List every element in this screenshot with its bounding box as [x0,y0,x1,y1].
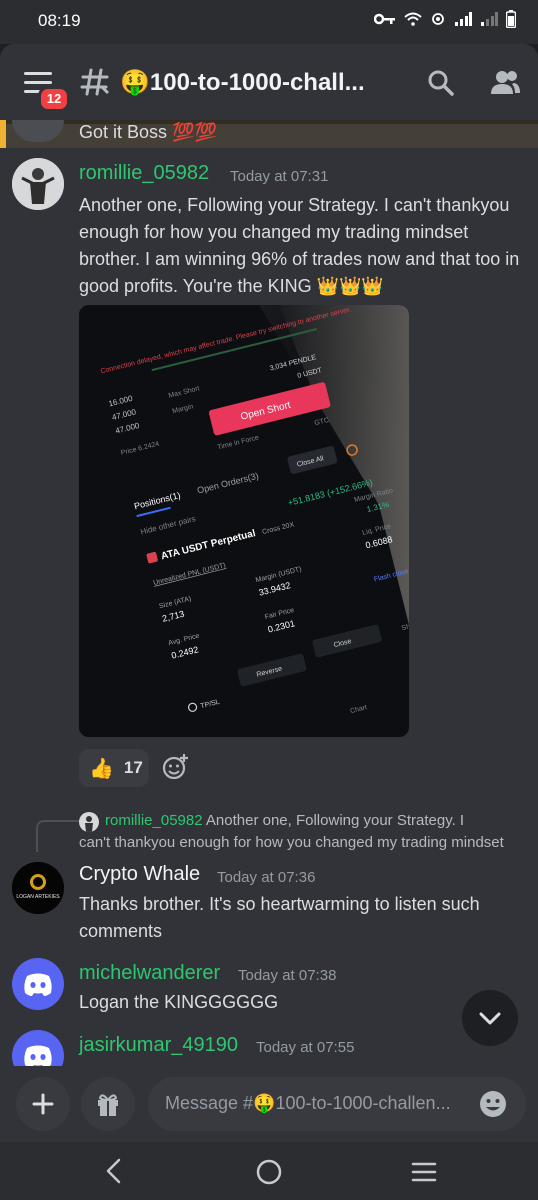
discord-logo-icon [24,973,52,996]
reply-preview-line2: can't thankyou enough for how you change… [79,834,504,851]
channel-title[interactable]: 🤑100-to-1000-chall... [120,68,365,97]
status-icons [374,10,516,28]
username[interactable]: romillie_05982 [79,162,209,185]
back-icon[interactable] [102,1158,126,1184]
message-text: Logan the KINGGGGGG [79,992,279,1012]
timestamp: Today at 07:55 [256,1039,355,1056]
message-text: Got it Boss 💯💯 [79,122,217,142]
channel-hash-icon [80,68,110,96]
message-line: comments [79,921,163,941]
chevron-down-icon [479,1012,501,1025]
message-body: Another one, Following your Strategy. I … [79,192,529,300]
username[interactable]: michelwanderer [79,962,220,985]
battery-icon [506,10,516,28]
members-icon[interactable] [488,66,522,100]
emoji-icon[interactable] [478,1089,508,1119]
message-line: brother. I am winning 96% of trades now … [79,249,520,269]
plus-icon [32,1093,54,1115]
gift-button[interactable] [81,1077,135,1131]
message-line: good profits. You're the KING 👑👑👑 [79,276,384,296]
status-time: 08:19 [38,11,81,30]
message-line: Thanks brother. It's so heartwarming to … [79,894,480,914]
avatar[interactable]: LOGAN ARTEKIES [12,862,64,914]
notification-badge: 12 [38,86,70,112]
key-icon [374,13,395,25]
reply-connector [36,820,80,852]
user-photo-icon [12,158,64,210]
wifi-icon [404,12,422,26]
trade-screenshot: Connection delayed, which may affect tra… [79,305,409,737]
username[interactable]: Crypto Whale [79,863,200,886]
thumbs-up-icon: 👍 [89,757,114,780]
reply-avatar [79,812,99,832]
gift-icon [98,1094,118,1116]
logan-logo-icon: LOGAN ARTEKIES [12,862,64,914]
message-input-placeholder: Message #🤑100-to-1000-challen... [165,1093,451,1113]
message-line: enough for how you changed my trading mi… [79,222,469,242]
signal-icon [455,12,472,26]
message-list[interactable]: Got it Boss 💯💯 romillie_05982 Today at 0… [0,120,538,1080]
reaction-count: 17 [123,758,143,777]
signal-weak-icon [481,12,498,26]
reaction-thumbs-up[interactable]: 👍 17 [79,749,149,787]
hotspot-icon [432,13,444,25]
jump-to-present-button[interactable] [462,990,518,1046]
avatar[interactable] [12,958,64,1010]
username[interactable]: jasirkumar_49190 [79,1034,238,1057]
recent-apps-icon[interactable] [410,1160,438,1184]
add-reaction-icon[interactable] [160,752,190,782]
timestamp: Today at 07:36 [217,869,316,886]
add-attachment-button[interactable] [16,1077,70,1131]
avatar[interactable] [12,158,64,210]
timestamp: Today at 07:31 [230,168,329,185]
reply-preview[interactable]: romillie_05982 Another one, Following yo… [105,812,464,829]
image-attachment[interactable]: Connection delayed, which may affect tra… [79,305,409,737]
search-icon[interactable] [424,66,458,100]
home-icon[interactable] [255,1158,283,1186]
message-line: Another one, Following your Strategy. I … [79,195,510,215]
svg-text:LOGAN ARTEKIES: LOGAN ARTEKIES [16,894,60,900]
message-body: Thanks brother. It's so heartwarming to … [79,891,529,945]
user-photo-icon [85,816,93,832]
timestamp: Today at 07:38 [238,967,337,984]
